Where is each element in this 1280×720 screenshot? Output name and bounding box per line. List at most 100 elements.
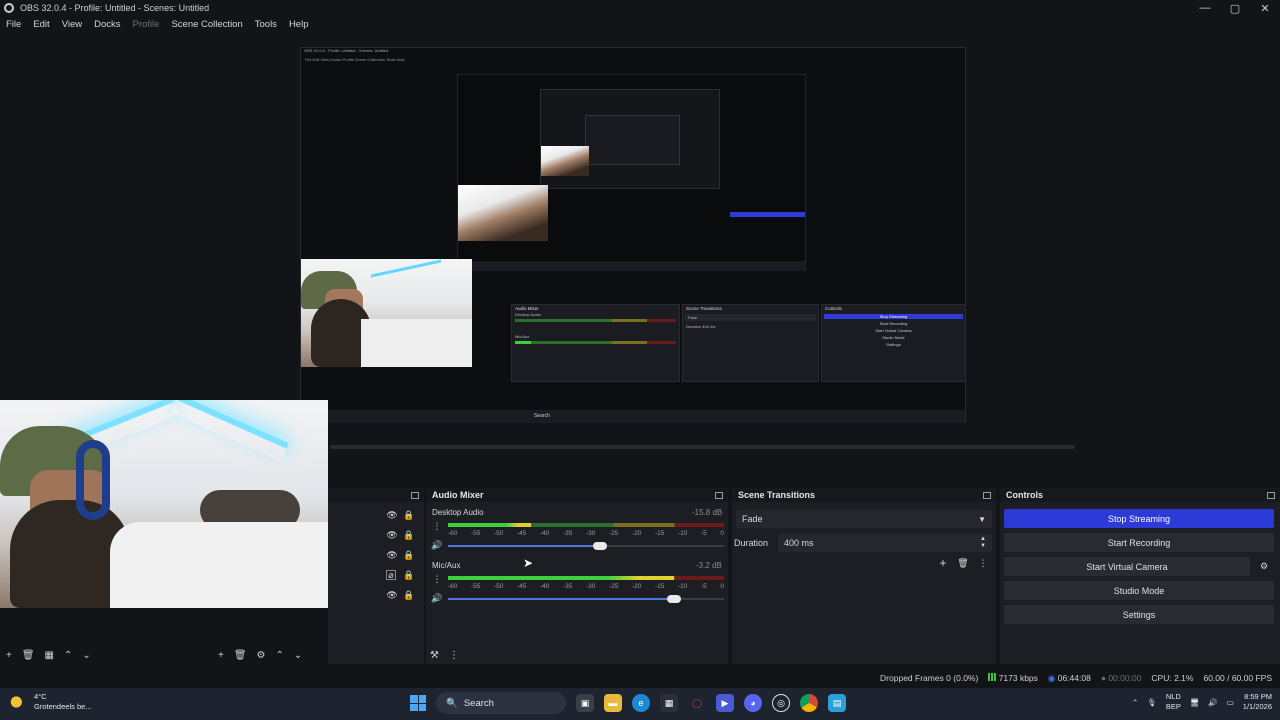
system-tray: ⌃ 🎙 NLD BEP 🖥 🔊 ▭ 8:59 PM 1/1/2026 [1132,692,1272,712]
lock-icon[interactable]: 🔒 [403,510,414,520]
add-transition-icon[interactable]: + [938,556,948,570]
spin-arrows-icon[interactable]: ▲ ▼ [980,536,986,550]
duration-spinbox[interactable]: 400 ms ▲ ▼ [778,534,992,552]
start-recording-button[interactable]: Start Recording [1004,533,1274,552]
start-virtual-camera-button[interactable]: Start Virtual Camera [1004,557,1250,576]
advanced-audio-icon[interactable]: ⚒ [430,650,439,661]
menu-edit[interactable]: Edit [27,19,55,30]
obs-taskbar-icon[interactable]: ◎ [772,694,790,712]
meter-tick-label: -15 [655,530,665,537]
minimize-button[interactable]: — [1190,0,1220,16]
app-icon[interactable]: ▶ [716,694,734,712]
settings-button[interactable]: Settings [1004,605,1274,624]
preview-horizontal-scrollbar[interactable] [330,445,1075,449]
clock[interactable]: 8:59 PM 1/1/2026 [1243,692,1272,712]
chevron-up-icon[interactable]: ⌃ [1132,698,1138,707]
channel-menu-icon[interactable]: ⋮ [432,521,442,531]
nested-controls: Controls Stop Streaming Start Recording … [821,304,966,382]
volume-icon[interactable]: 🔊 [1208,698,1217,707]
file-explorer-icon[interactable]: ▬ [604,694,622,712]
menu-tools[interactable]: Tools [249,19,283,30]
gear-icon[interactable]: ⚙ [257,650,266,661]
meter-tick-label: 0 [720,530,724,537]
menu-help[interactable]: Help [283,19,315,30]
nested-transitions-title: Scene Transitions [686,306,722,311]
clock-date: 1/1/2026 [1242,702,1272,711]
visibility-eye-icon[interactable]: 👁 [386,550,397,560]
trash-icon[interactable]: 🗑 [234,650,247,661]
mic-aux-volume-slider[interactable] [448,595,724,603]
trash-icon[interactable]: 🗑 [957,558,968,568]
visibility-eye-icon[interactable]: 👁 [386,530,397,540]
nested-preview-level4 [585,115,680,165]
microphone-icon[interactable]: 🎙 [1147,698,1157,707]
more-options-icon[interactable]: ⋮ [449,650,459,661]
meter-tick-label: -25 [609,583,619,590]
add-scene-icon[interactable]: + [6,650,12,661]
partly-cloudy-icon [10,695,28,709]
speaker-icon[interactable]: 🔊 [431,540,442,550]
add-source-icon[interactable]: + [218,650,224,661]
controls-header: Controls [1000,488,1280,502]
duration-label: Duration [734,538,769,548]
windows-start-icon[interactable] [410,695,426,711]
channel-menu-icon[interactable]: ⋮ [432,574,442,584]
record-icon: ● [1100,673,1106,683]
menu-scene-collection[interactable]: Scene Collection [165,19,248,30]
filter-icon[interactable]: ▦ [45,650,54,661]
move-up-icon[interactable]: ⌃ [276,650,284,661]
visibility-hidden-icon[interactable]: ⌀ [386,570,396,580]
store-icon[interactable]: ▦ [660,694,678,712]
menu-file[interactable]: File [0,19,27,30]
stream-time: 06:44:08 [1057,672,1091,683]
move-down-icon[interactable]: ⌄ [82,650,90,661]
trash-icon[interactable]: 🗑 [22,650,35,661]
studio-mode-button[interactable]: Studio Mode [1004,581,1274,600]
float-dock-icon[interactable] [983,491,991,499]
menu-docks[interactable]: Docks [88,19,126,30]
app-icon[interactable]: ▤ [828,694,846,712]
float-dock-icon[interactable] [1267,491,1275,499]
edge-icon[interactable]: e [632,694,650,712]
discord-icon[interactable]: ◕ [744,694,762,712]
stop-streaming-button[interactable]: Stop Streaming [1004,509,1274,528]
meter-tick-label: -50 [494,530,504,537]
menu-profile[interactable]: Profile [127,19,166,30]
chrome-icon[interactable] [800,694,818,712]
visibility-eye-icon[interactable]: 👁 [386,590,397,600]
lock-icon[interactable]: 🔒 [403,570,414,580]
float-dock-icon[interactable] [411,491,419,499]
more-options-icon[interactable]: ⋮ [978,558,988,568]
input-language[interactable]: NLD BEP [1166,692,1181,712]
menu-view[interactable]: View [56,19,88,30]
weather-widget[interactable]: 4°C Grotendeels be... [10,692,92,712]
nested-preview-level3 [540,89,720,189]
taskbar-search[interactable]: 🔍 Search [436,692,566,714]
lock-icon[interactable]: 🔒 [403,530,414,540]
scene-transitions-header: Scene Transitions [732,488,996,502]
task-view-icon[interactable]: ▣ [576,694,594,712]
taskbar-apps: 🔍 Search ▣ ▬ e ▦ ◯ ▶ ◕ ◎ ▤ [410,692,846,714]
desktop-audio-volume-knob[interactable] [592,542,607,550]
restore-button[interactable]: ▢ [1220,0,1250,16]
nested-mic-label: Mic/Aux [515,334,530,339]
desktop-audio-volume-slider[interactable] [448,542,724,550]
visibility-eye-icon[interactable]: 👁 [386,510,397,520]
lock-icon[interactable]: 🔒 [403,590,414,600]
float-dock-icon[interactable] [715,491,723,499]
move-up-icon[interactable]: ⌃ [64,650,72,661]
move-down-icon[interactable]: ⌄ [294,650,302,661]
speaker-icon[interactable]: 🔊 [431,593,442,603]
lock-icon[interactable]: 🔒 [403,550,414,560]
meter-tick-label: -40 [540,583,550,590]
network-icon[interactable]: 🖥 [1190,698,1200,707]
audio-mixer-header: Audio Mixer [426,488,728,502]
opera-icon[interactable]: ◯ [688,694,706,712]
mic-aux-volume-knob[interactable] [667,595,682,603]
transition-select[interactable]: Fade ▼ [736,510,992,528]
meter-tick-label: -10 [678,530,688,537]
battery-icon[interactable]: ▭ [1227,698,1234,707]
signal-bars-icon [988,673,997,681]
gear-icon[interactable]: ⚙ [1259,561,1269,571]
close-button[interactable]: ✕ [1250,0,1280,16]
